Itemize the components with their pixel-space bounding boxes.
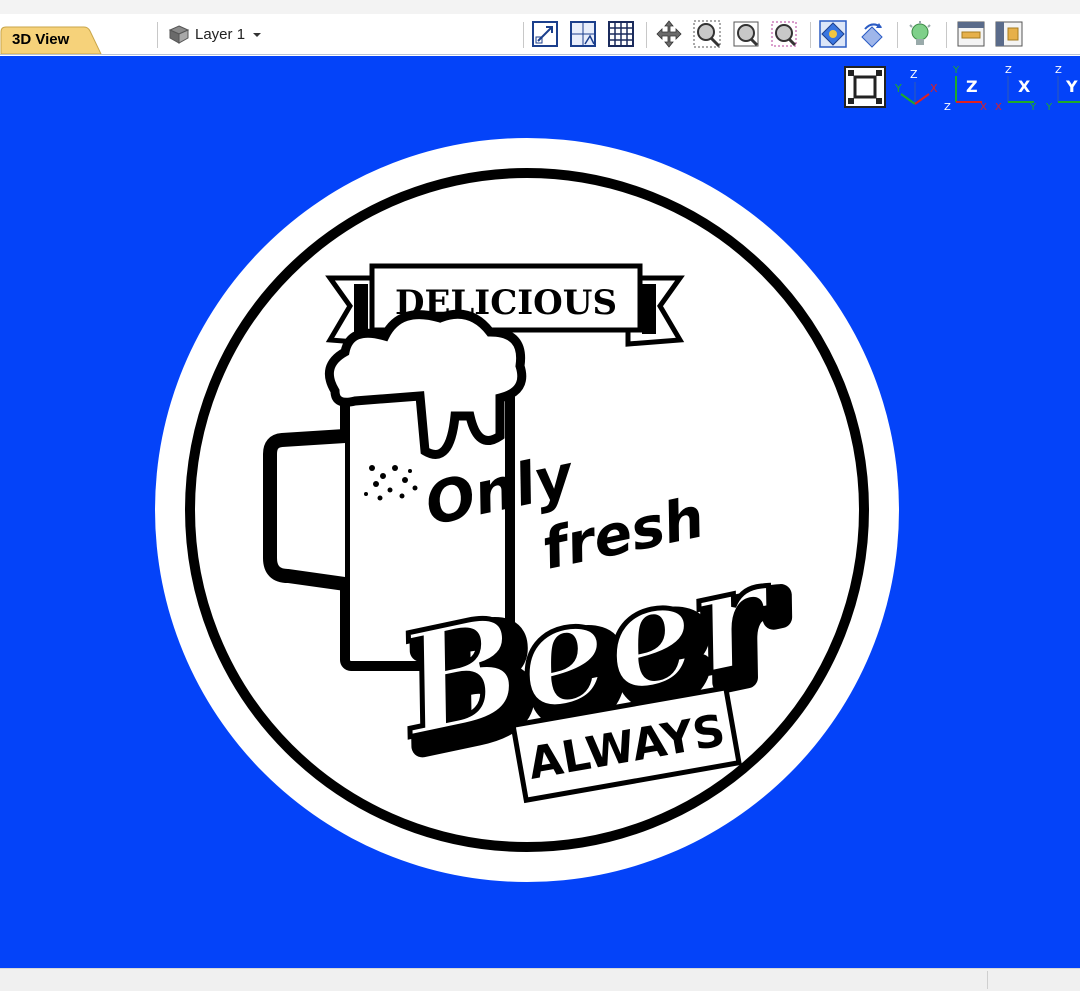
axis-label: X (980, 102, 987, 110)
status-bar (0, 968, 1080, 991)
axis-label: Z (944, 102, 951, 110)
title-strip (0, 0, 1080, 14)
axis-label: Y (952, 65, 960, 76)
3d-viewport[interactable]: DELICIOUS Only fresh Beer Beer ALWAYS (0, 56, 1080, 968)
axis-label: Y (1029, 102, 1037, 110)
toolbar-separator (946, 22, 947, 48)
zoom-window-icon[interactable] (692, 19, 722, 49)
zoom-selection-icon[interactable] (769, 19, 799, 49)
zoom-fit-icon[interactable] (731, 19, 761, 49)
pan-icon[interactable] (654, 19, 684, 49)
show-side-icon[interactable] (994, 19, 1024, 49)
show-top-icon[interactable] (956, 19, 986, 49)
toolbar-separator (810, 22, 811, 48)
lighting-icon[interactable] (905, 19, 935, 49)
top-view-icon[interactable]: Y Z Z X (944, 64, 990, 110)
iso-view-icon[interactable]: Z Y X (893, 64, 941, 110)
front-view-icon[interactable]: Z X X Y (994, 64, 1040, 110)
toolbar-separator (646, 22, 647, 48)
axis-label: Z (966, 77, 978, 96)
toolbar-separator (523, 22, 524, 48)
axis-label: Z (910, 68, 918, 81)
grid-icon[interactable] (606, 19, 636, 49)
fit-view-icon[interactable] (844, 66, 886, 108)
axis-label: Y (1065, 77, 1078, 96)
rotate-view-icon[interactable] (857, 19, 887, 49)
axis-label: X (995, 102, 1002, 110)
render-shaded-icon[interactable] (818, 19, 848, 49)
layer-label: Layer 1 (195, 26, 246, 43)
toolbar-separator (897, 22, 898, 48)
axis-label: X (1018, 77, 1031, 96)
fit-to-area-icon[interactable] (568, 19, 598, 49)
axis-label: Z (1005, 65, 1012, 76)
axis-label: Y (1045, 102, 1053, 110)
layer-stack-icon (168, 25, 190, 44)
axis-label: Y (894, 82, 902, 95)
axis-label: X (930, 82, 938, 95)
tab-label: 3D View (12, 31, 70, 48)
axis-label: Z (1055, 65, 1062, 76)
view-toolbar: 3D View Layer 1 (0, 0, 1080, 55)
toolbar-separator (157, 22, 158, 48)
status-separator (987, 971, 988, 989)
scale-model-icon[interactable] (530, 19, 560, 49)
chevron-down-icon (253, 33, 261, 37)
tab-3d-view[interactable]: 3D View (0, 26, 102, 54)
side-view-icon[interactable]: Z Y Y (1044, 64, 1080, 110)
artwork-canvas: DELICIOUS Only fresh Beer Beer ALWAYS (155, 138, 899, 882)
